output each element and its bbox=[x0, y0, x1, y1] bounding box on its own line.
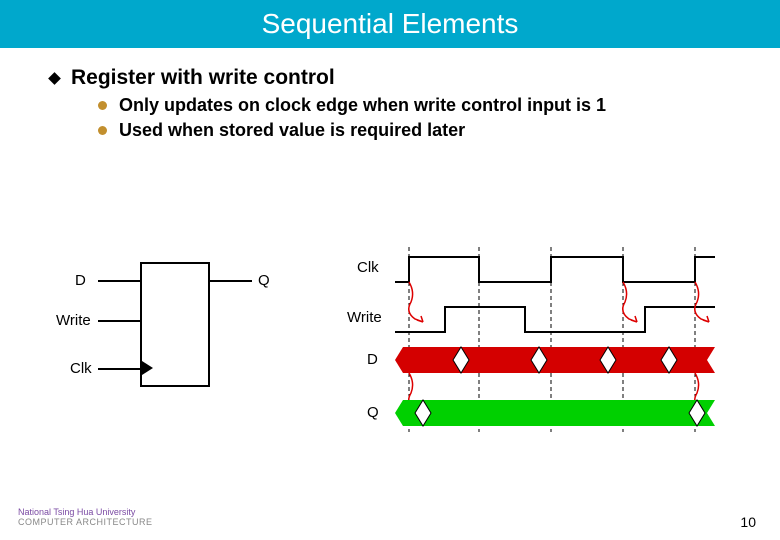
dot-icon bbox=[98, 101, 107, 110]
clock-triangle-icon bbox=[142, 361, 153, 375]
slide-title: Sequential Elements bbox=[262, 8, 519, 40]
label-write: Write bbox=[56, 312, 91, 329]
bullet-l2b-text: Used when stored value is required later bbox=[119, 119, 465, 142]
label-d: D bbox=[75, 272, 86, 289]
dot-icon bbox=[98, 126, 107, 135]
timing-label-clk: Clk bbox=[357, 259, 379, 276]
bullet-level2-b: Used when stored value is required later bbox=[98, 119, 730, 142]
diagrams: D Write Clk Q bbox=[0, 262, 780, 462]
bullet-level1: Register with write control bbox=[50, 66, 730, 90]
page-number: 10 bbox=[740, 514, 756, 530]
wire-d bbox=[98, 280, 140, 282]
title-bar: Sequential Elements bbox=[0, 0, 780, 48]
label-q: Q bbox=[258, 272, 270, 289]
bullet-level2-a: Only updates on clock edge when write co… bbox=[98, 94, 730, 117]
timing-label-write: Write bbox=[347, 309, 382, 326]
bullet-l2a-text: Only updates on clock edge when write co… bbox=[119, 94, 606, 117]
footer-branding: National Tsing Hua University COMPUTER A… bbox=[18, 508, 153, 528]
timing-diagram: Clk Write D Q bbox=[345, 247, 725, 447]
bullet-l1-text: Register with write control bbox=[71, 66, 335, 90]
content-area: Register with write control Only updates… bbox=[0, 48, 780, 141]
timing-label-d: D bbox=[367, 351, 378, 368]
wire-q bbox=[210, 280, 252, 282]
timing-label-q: Q bbox=[367, 404, 379, 421]
timing-svg bbox=[345, 247, 725, 447]
wire-write bbox=[98, 320, 140, 322]
footer-dept: COMPUTER ARCHITECTURE bbox=[18, 518, 153, 528]
diamond-icon bbox=[48, 72, 61, 85]
register-block bbox=[140, 262, 210, 387]
wire-clk bbox=[98, 368, 140, 370]
label-clk: Clk bbox=[70, 360, 92, 377]
